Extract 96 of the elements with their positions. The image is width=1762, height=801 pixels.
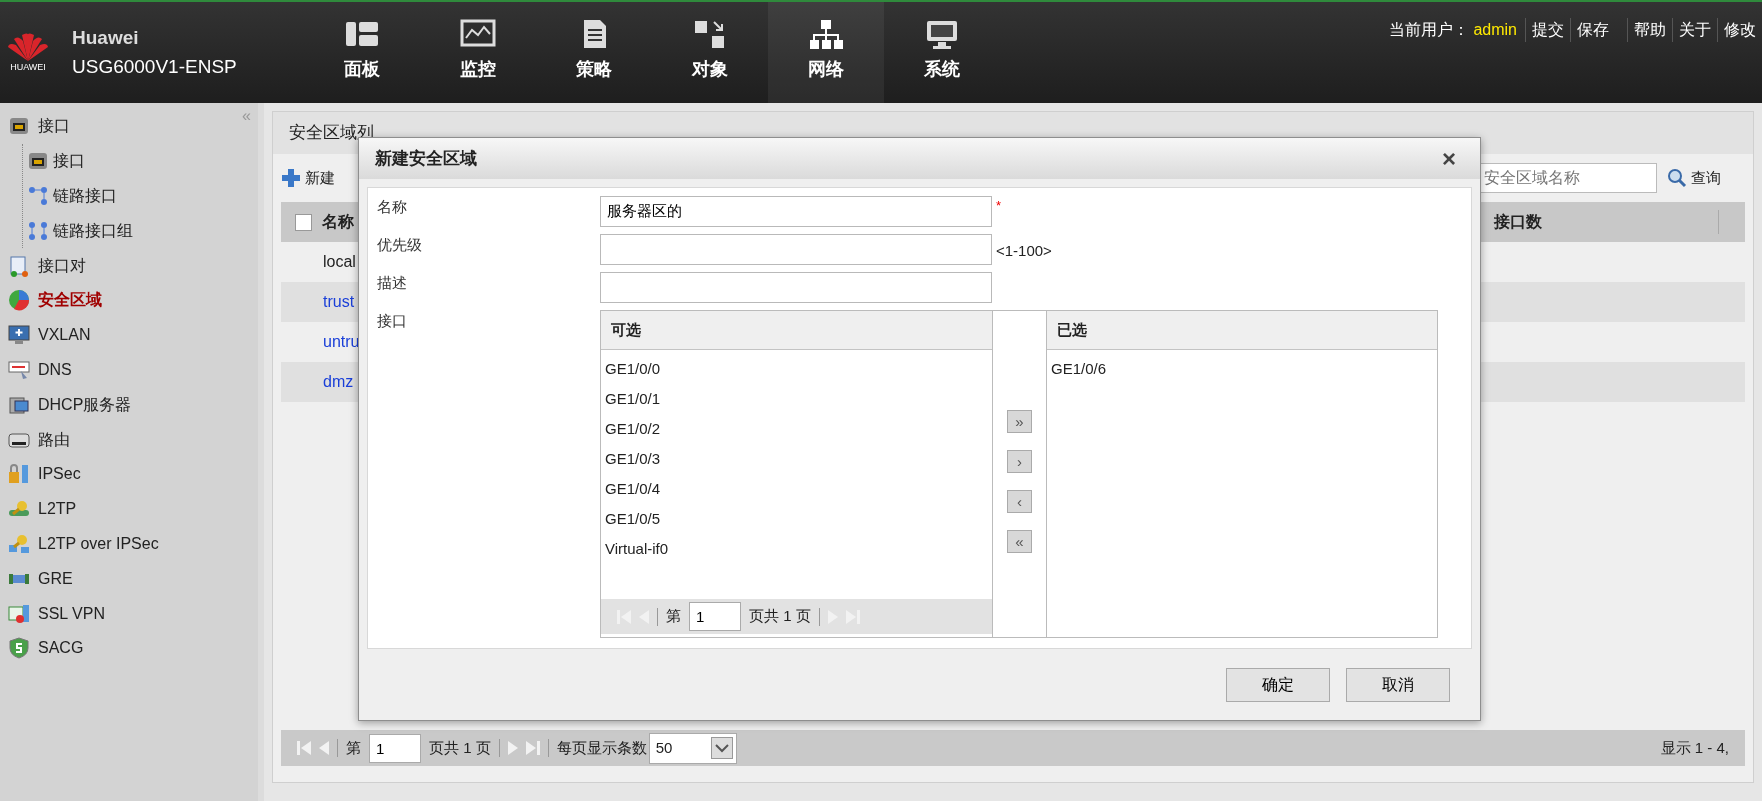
header-link[interactable]: 修改 (1717, 18, 1762, 42)
sidebar-item[interactable]: 链路接口 (23, 178, 137, 214)
key-network-icon (8, 532, 30, 555)
list-item[interactable]: GE1/0/0 (601, 354, 992, 384)
list-item[interactable]: GE1/0/5 (601, 504, 992, 534)
monitor-icon (8, 324, 30, 347)
sidebar-item[interactable]: IPSec (0, 456, 85, 492)
dns-icon (8, 358, 30, 381)
list-item[interactable]: GE1/0/3 (601, 444, 992, 474)
computer-icon (924, 18, 960, 50)
list-item[interactable]: GE1/0/6 (1047, 354, 1437, 384)
pie-chart-icon (8, 289, 30, 312)
text-field[interactable] (600, 272, 992, 303)
header-link[interactable]: 帮助 (1627, 18, 1672, 42)
header-link[interactable]: 提交 (1525, 18, 1570, 42)
header-link[interactable]: 关于 (1672, 18, 1717, 42)
nodes-icon (27, 219, 49, 242)
user-label: 当前用户： (1389, 20, 1471, 40)
field-label: 接口 (377, 311, 408, 331)
sidebar-item[interactable]: 接口 (0, 109, 74, 144)
sidebar-item[interactable]: L2TP (0, 491, 81, 527)
list-header: 可选 (601, 311, 992, 350)
page-label: 第 (666, 606, 681, 627)
shield-icon (8, 637, 30, 660)
move-button[interactable]: « (1007, 530, 1032, 553)
sidebar-item[interactable]: 接口 (23, 143, 137, 179)
nav-tab[interactable]: 监控 (420, 2, 536, 103)
nodes-icon (27, 185, 49, 207)
required-mark: * (996, 197, 1002, 215)
field-label: 描述 (377, 273, 408, 293)
list-item[interactable]: GE1/0/1 (601, 384, 992, 414)
lock-icon (8, 463, 30, 486)
table-cell[interactable]: untru (323, 330, 360, 354)
dialog-button[interactable]: 确定 (1226, 667, 1330, 702)
sidebar-item[interactable]: 接口对 (0, 248, 90, 283)
nav-tab[interactable]: 策略 (536, 2, 652, 103)
sidebar-item[interactable]: GRE (0, 561, 77, 597)
sidebar-item[interactable]: SSL VPN (0, 596, 109, 631)
nav-tab[interactable]: 面板 (304, 2, 420, 103)
list-header: 已选 (1047, 311, 1437, 350)
sidebar-item[interactable]: 路由 (0, 422, 74, 457)
nav-tab[interactable]: 系统 (884, 2, 1000, 103)
new-button[interactable]: 新建 (281, 166, 335, 190)
table-cell-text: local (323, 252, 356, 272)
search-icon (1667, 168, 1687, 188)
field-label: 优先级 (377, 235, 423, 255)
page-total: 页共 1 页 (429, 737, 491, 758)
list-item[interactable]: Virtual-if0 (601, 534, 992, 564)
device-model: USG6000V1-ENSP (72, 54, 238, 79)
sidebar-item[interactable]: L2TP over IPSec (0, 526, 163, 562)
page-field[interactable]: 1 (689, 602, 741, 631)
move-button[interactable]: » (1007, 410, 1032, 433)
sidebar-item[interactable]: DNS (0, 352, 76, 388)
text-field[interactable]: 服务器区的 (600, 196, 992, 227)
page-summary: 显示 1 - 4, (1660, 737, 1729, 758)
sidebar-item[interactable]: 安全区域 (0, 283, 106, 318)
per-page-label: 每页显示条数 (556, 737, 647, 758)
column-header: 名称 (322, 212, 354, 232)
dialog-button[interactable]: 取消 (1346, 667, 1450, 702)
sidebar-item[interactable]: SACG (0, 630, 88, 666)
last-page-icon (525, 741, 540, 755)
plus-icon (281, 168, 301, 188)
monitor-chart-icon (460, 18, 496, 50)
document-dots-icon (8, 254, 30, 277)
first-page-icon (297, 741, 311, 755)
table-cell[interactable]: trust (323, 290, 355, 314)
sidebar-item[interactable]: 链路接口组 (23, 213, 137, 249)
range-hint: <1-100> (996, 241, 1052, 261)
dialog-title: 新建安全区域 (375, 147, 477, 170)
sidebar-item[interactable]: DHCP服务器 (0, 387, 136, 423)
sidebar-item[interactable]: VXLAN (0, 317, 95, 353)
header-link[interactable]: 保存 (1570, 18, 1615, 42)
move-button[interactable]: › (1007, 450, 1032, 473)
logo-text: HUAWEI (10, 60, 46, 74)
list-item[interactable]: GE1/0/2 (601, 414, 992, 444)
page-field[interactable]: 1 (369, 733, 421, 763)
next-page-icon (507, 741, 518, 755)
page-total: 页共 1 页 (749, 606, 811, 627)
search-button[interactable]: 查询 (1667, 166, 1721, 190)
field-label: 名称 (377, 197, 408, 217)
list-item[interactable]: GE1/0/4 (601, 474, 992, 504)
move-button[interactable]: ‹ (1007, 490, 1032, 513)
petal-logo-icon (6, 30, 50, 61)
nav-tab[interactable]: 网络 (768, 2, 884, 103)
table-cell[interactable]: dmz (323, 370, 354, 394)
brand-name: Huawei (72, 26, 140, 50)
previous-page-icon (319, 741, 329, 755)
text-field[interactable] (600, 234, 992, 265)
network-tree-icon (808, 18, 844, 50)
nav-tab[interactable]: 对象 (652, 2, 768, 103)
per-page-select[interactable]: 50 (648, 732, 737, 764)
column-header: 接口数 (1494, 212, 1542, 232)
certificate-icon (8, 602, 30, 625)
page-label: 第 (346, 737, 361, 758)
select-all-checkbox[interactable] (295, 213, 312, 231)
user-name: admin (1473, 20, 1518, 40)
